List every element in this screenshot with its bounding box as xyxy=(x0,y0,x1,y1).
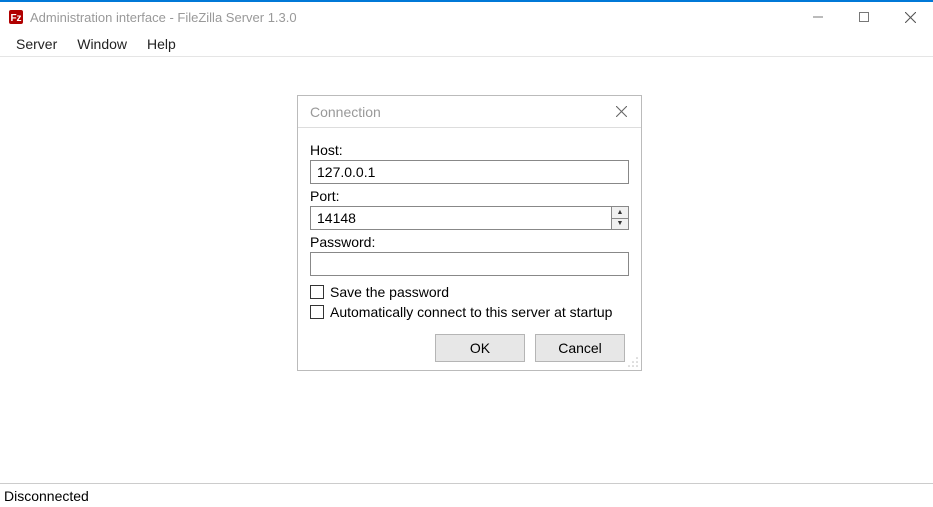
menu-help[interactable]: Help xyxy=(137,33,186,55)
maximize-button[interactable] xyxy=(841,2,887,32)
password-input[interactable] xyxy=(310,252,629,276)
menu-window[interactable]: Window xyxy=(67,33,137,55)
resize-grip-icon[interactable] xyxy=(627,356,639,368)
dialog-body: Host: Port: ▲ ▼ Password: Save the passw… xyxy=(298,128,641,370)
save-password-label: Save the password xyxy=(330,284,449,300)
status-bar: Disconnected xyxy=(0,483,933,507)
port-label: Port: xyxy=(310,188,629,204)
host-label: Host: xyxy=(310,142,629,158)
port-input[interactable] xyxy=(310,206,629,230)
close-button[interactable] xyxy=(887,2,933,32)
window-titlebar: Fz Administration interface - FileZilla … xyxy=(0,2,933,32)
dialog-titlebar: Connection xyxy=(298,96,641,128)
status-text: Disconnected xyxy=(4,488,89,504)
menu-server[interactable]: Server xyxy=(6,33,67,55)
host-input[interactable] xyxy=(310,160,629,184)
app-icon: Fz xyxy=(8,9,24,25)
connection-dialog: Connection Host: Port: ▲ ▼ Password: Sav… xyxy=(297,95,642,371)
port-spinner: ▲ ▼ xyxy=(611,207,628,229)
port-spin-down[interactable]: ▼ xyxy=(612,219,628,230)
window-title: Administration interface - FileZilla Ser… xyxy=(30,10,297,25)
auto-connect-label: Automatically connect to this server at … xyxy=(330,304,612,320)
minimize-button[interactable] xyxy=(795,2,841,32)
dialog-title: Connection xyxy=(310,104,609,120)
auto-connect-checkbox[interactable] xyxy=(310,305,324,319)
save-password-checkbox[interactable] xyxy=(310,285,324,299)
port-spin-up[interactable]: ▲ xyxy=(612,207,628,219)
password-label: Password: xyxy=(310,234,629,250)
window-controls xyxy=(795,2,933,32)
main-area: Connection Host: Port: ▲ ▼ Password: Sav… xyxy=(0,57,933,481)
menubar: Server Window Help xyxy=(0,32,933,57)
dialog-close-button[interactable] xyxy=(609,100,633,124)
cancel-button[interactable]: Cancel xyxy=(535,334,625,362)
ok-button[interactable]: OK xyxy=(435,334,525,362)
svg-text:Fz: Fz xyxy=(10,13,21,24)
